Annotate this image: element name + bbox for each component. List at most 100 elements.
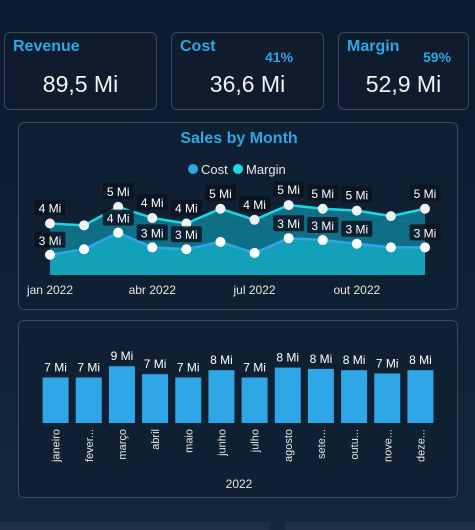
cost-percent: 41% — [265, 49, 294, 65]
bar-data-label: 7 Mi — [77, 360, 100, 374]
bar-category-label: maio — [183, 429, 195, 453]
margin-data-label: 5 Mi — [345, 189, 368, 203]
bar-category-label: deze... — [415, 429, 427, 462]
cost-data-label: 3 Mi — [175, 228, 198, 242]
margin-point — [147, 212, 158, 223]
bar[interactable] — [42, 377, 69, 423]
revenue-value: 89,5 Mi — [42, 71, 119, 97]
margin-percent: 59% — [423, 49, 452, 65]
bar-category-label: agosto — [283, 429, 295, 462]
sales-by-month-panel: Sales by Month Cost Margin 4 Mi 5 Mi 4 Mi 4… — [18, 122, 458, 310]
margin-point — [420, 203, 430, 214]
x-tick-label: jan 2022 — [26, 283, 73, 297]
chart-title: Sales by Month — [180, 130, 297, 147]
cost-value: 36,6 Mi — [209, 71, 286, 97]
legend-margin-swatch — [233, 164, 243, 174]
monthly-bar-chart: 7 Mi janeiro 7 Mi fever... 9 Mi março 7 Mi abri… — [42, 349, 434, 491]
cost-point — [249, 247, 260, 258]
margin-point — [45, 218, 55, 229]
margin-point — [283, 200, 294, 211]
bar[interactable] — [307, 368, 334, 423]
margin-point — [79, 220, 90, 231]
cost-data-label: 4 Mi — [107, 212, 130, 226]
legend-cost-swatch — [188, 164, 198, 174]
cost-point — [181, 244, 192, 255]
cost-data-label: 3 Mi — [345, 223, 368, 237]
bar[interactable] — [241, 377, 268, 423]
revenue-card: Revenue 89,5 Mi — [4, 32, 157, 110]
margin-data-label: 5 Mi — [311, 187, 334, 201]
margin-data-label: 5 Mi — [414, 187, 437, 201]
x-tick-label: abr 2022 — [129, 283, 177, 297]
cost-point — [215, 236, 226, 247]
cost-point — [113, 227, 124, 238]
bar-xlabel: 2022 — [226, 477, 253, 491]
cost-data-label: 3 Mi — [39, 234, 62, 248]
bar-category-label: nove... — [382, 429, 394, 462]
revenue-title: Revenue — [13, 38, 80, 55]
margin-title: Margin — [347, 38, 400, 55]
margin-data-label: 4 Mi — [141, 196, 164, 210]
footer-bar-right — [285, 522, 475, 530]
margin-data-label: 4 Mi — [175, 201, 198, 215]
footer-bar-left — [0, 522, 270, 530]
cost-title: Cost — [180, 38, 216, 55]
cost-point — [385, 242, 396, 253]
margin-card: Margin 59% 52,9 Mi — [338, 32, 469, 110]
legend-cost-label: Cost — [201, 162, 228, 177]
bar-data-label: 7 Mi — [144, 357, 167, 371]
bar-data-label: 8 Mi — [343, 353, 366, 367]
monthly-bar-panel: 7 Mi janeiro 7 Mi fever... 9 Mi março 7 Mi abri… — [18, 320, 458, 498]
bar-category-label: março — [117, 429, 129, 460]
bar-data-label: 9 Mi — [111, 349, 134, 363]
cost-data-label: 3 Mi — [311, 219, 334, 233]
bar-category-label: janeiro — [51, 429, 63, 463]
margin-data-label: 4 Mi — [243, 198, 266, 212]
margin-point — [249, 214, 260, 225]
margin-data-label: 5 Mi — [107, 185, 130, 199]
bar[interactable] — [175, 377, 202, 423]
margin-value: 52,9 Mi — [365, 71, 442, 97]
cost-point — [79, 244, 90, 255]
bar-category-label: junho — [216, 429, 228, 457]
bar-category-label: fever... — [84, 429, 96, 462]
cost-card: Cost 41% 36,6 Mi — [171, 32, 324, 110]
margin-point — [385, 211, 396, 222]
bar[interactable] — [208, 370, 235, 423]
cost-point — [351, 238, 362, 249]
bar-data-label: 7 Mi — [243, 360, 266, 374]
legend-margin-label: Margin — [246, 162, 286, 177]
cost-point — [45, 249, 55, 260]
cost-data-label: 3 Mi — [277, 217, 300, 231]
bar-category-label: julho — [250, 429, 262, 453]
margin-point — [317, 203, 328, 214]
cost-point — [317, 235, 328, 246]
bar-category-label: outu... — [349, 429, 361, 460]
bar[interactable] — [142, 374, 169, 423]
margin-point — [215, 203, 226, 214]
bar-category-label: sete... — [316, 429, 328, 459]
bar[interactable] — [108, 366, 135, 423]
bar-data-label: 8 Mi — [210, 353, 233, 367]
bar-data-label: 7 Mi — [44, 360, 67, 374]
margin-data-label: 4 Mi — [39, 201, 62, 215]
cost-point — [283, 233, 294, 244]
cost-data-label: 3 Mi — [414, 226, 437, 240]
cost-point — [147, 242, 158, 253]
x-tick-label: jul 2022 — [233, 283, 276, 297]
bar[interactable] — [274, 367, 301, 423]
cost-data-label: 3 Mi — [141, 226, 164, 240]
x-tick-label: out 2022 — [333, 283, 380, 297]
bar[interactable] — [341, 370, 368, 423]
bar-data-label: 8 Mi — [409, 353, 432, 367]
bar[interactable] — [75, 377, 102, 423]
bar[interactable] — [407, 370, 434, 423]
margin-data-label: 5 Mi — [209, 187, 232, 201]
bar-data-label: 7 Mi — [376, 357, 399, 371]
margin-point — [351, 205, 362, 216]
bar-data-label: 8 Mi — [276, 351, 299, 365]
bar[interactable] — [374, 373, 401, 424]
legend: Cost Margin — [188, 162, 286, 177]
bar-data-label: 8 Mi — [310, 352, 333, 366]
bar-data-label: 7 Mi — [177, 360, 200, 374]
